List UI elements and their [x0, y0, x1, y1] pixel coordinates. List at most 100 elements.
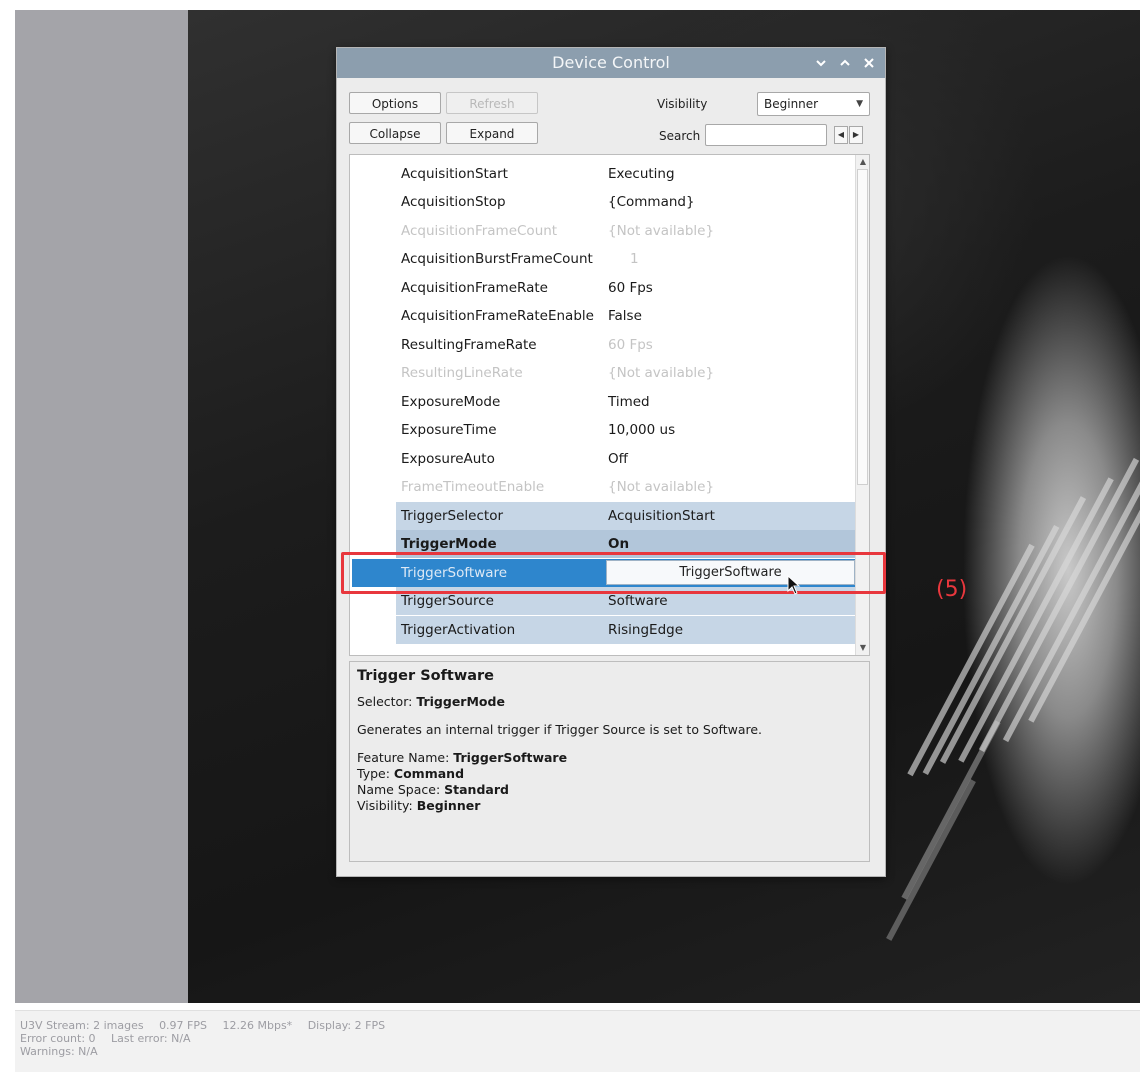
device-control-dialog: Device Control Options Refresh Collapse … — [336, 47, 886, 877]
fps-status: 0.97 FPS — [159, 1019, 207, 1032]
stream-status: U3V Stream: 2 images — [20, 1019, 144, 1032]
feature-value: 60 Fps — [608, 337, 653, 353]
feature-value: Executing — [608, 166, 675, 182]
description-visibility: Visibility: Beginner — [357, 798, 862, 814]
feature-row-selected[interactable]: TriggerSoftware TriggerSoftware — [352, 559, 855, 587]
feature-row[interactable]: ResultingFrameRate 60 Fps — [396, 331, 855, 359]
feature-row[interactable]: AcquisitionFrameCount {Not available} — [396, 217, 855, 245]
options-button[interactable]: Options — [349, 92, 441, 114]
last-error: Last error: N/A — [111, 1032, 191, 1045]
search-label: Search — [659, 129, 701, 143]
feature-row[interactable]: TriggerMode On — [396, 530, 855, 558]
feature-name: ResultingLineRate — [401, 365, 523, 381]
selector-value: TriggerMode — [416, 694, 505, 709]
feature-name: ExposureTime — [401, 422, 497, 438]
feature-name: AcquisitionFrameRateEnable — [401, 308, 594, 324]
feature-value: False — [608, 308, 642, 324]
search-prev-icon[interactable]: ◀ — [834, 126, 848, 144]
status-row-warnings: Warnings: N/A — [20, 1045, 1135, 1058]
search-next-icon[interactable]: ▶ — [849, 126, 863, 144]
feature-row[interactable]: ExposureMode Timed — [396, 388, 855, 416]
feature-row[interactable]: ExposureTime 10,000 us — [396, 416, 855, 444]
visibility-label: Visibility — [657, 97, 708, 111]
feature-name: AcquisitionFrameRate — [401, 280, 548, 296]
feature-value: Timed — [608, 394, 650, 410]
scroll-up-icon[interactable]: ▲ — [856, 155, 869, 169]
chevron-up-icon[interactable] — [839, 48, 851, 78]
feature-name: TriggerSoftware — [401, 565, 508, 581]
type-label: Type: — [357, 766, 390, 781]
description-namespace: Name Space: Standard — [357, 782, 862, 798]
feature-row[interactable]: ExposureAuto Off — [396, 445, 855, 473]
feature-row[interactable]: AcquisitionFrameRate 60 Fps — [396, 274, 855, 302]
display-status: Display: 2 FPS — [307, 1019, 386, 1032]
feature-name: ExposureAuto — [401, 451, 495, 467]
feature-name-value: TriggerSoftware — [453, 750, 568, 765]
feature-row[interactable]: FrameTimeoutEnable {Not available} — [396, 473, 855, 501]
description-title: Trigger Software — [357, 668, 495, 684]
feature-name: FrameTimeoutEnable — [401, 479, 545, 495]
description-feature-name: Feature Name: TriggerSoftware — [357, 750, 862, 766]
annotation-step-label: (5) — [936, 577, 968, 602]
chevron-down-icon[interactable] — [815, 48, 827, 78]
search-input[interactable] — [705, 124, 827, 146]
mouse-cursor-icon — [787, 574, 801, 599]
feature-name: AcquisitionStart — [401, 166, 508, 182]
feature-description-panel: Trigger Software Selector: TriggerMode G… — [349, 661, 870, 862]
status-row-stream: U3V Stream: 2 images 0.97 FPS 12.26 Mbps… — [20, 1019, 1135, 1032]
feature-value: RisingEdge — [608, 622, 684, 638]
namespace-value: Standard — [444, 782, 509, 797]
feature-value: {Not available} — [608, 479, 715, 495]
feature-name: ResultingFrameRate — [401, 337, 537, 353]
status-row-errors: Error count: 0 Last error: N/A — [20, 1032, 1135, 1045]
feature-row[interactable]: TriggerActivation RisingEdge — [396, 616, 855, 644]
description-selector: Selector: TriggerMode — [357, 694, 862, 710]
feature-name: TriggerSelector — [401, 508, 504, 524]
feature-value: 60 Fps — [608, 280, 653, 296]
vertical-scrollbar[interactable]: ▲ ▼ — [855, 155, 869, 655]
close-icon[interactable] — [863, 48, 875, 78]
left-panel — [15, 10, 188, 1003]
feature-name: TriggerSource — [401, 593, 494, 609]
trigger-software-button[interactable]: TriggerSoftware — [606, 560, 855, 585]
selector-label: Selector: — [357, 694, 413, 709]
dropdown-arrow-icon: ▼ — [856, 99, 863, 109]
dialog-title: Device Control — [552, 53, 670, 72]
dialog-titlebar[interactable]: Device Control — [337, 48, 885, 78]
description-type: Type: Command — [357, 766, 862, 782]
feature-row[interactable]: AcquisitionFrameRateEnable False — [396, 302, 855, 330]
feature-row[interactable]: ResultingLineRate {Not available} — [396, 359, 855, 387]
status-bar: U3V Stream: 2 images 0.97 FPS 12.26 Mbps… — [15, 1010, 1140, 1072]
feature-value: Software — [608, 593, 668, 609]
feature-value: On — [608, 536, 630, 552]
scrollbar-thumb[interactable] — [857, 169, 868, 485]
feature-name: AcquisitionFrameCount — [401, 223, 558, 239]
feature-row[interactable]: AcquisitionStop {Command} — [396, 188, 855, 216]
feature-row[interactable]: AcquisitionBurstFrameCount 1 — [396, 245, 855, 273]
expand-button[interactable]: Expand — [446, 122, 538, 144]
visibility-select[interactable]: Beginner ▼ — [757, 92, 870, 116]
feature-name: ExposureMode — [401, 394, 501, 410]
feature-value: {Not available} — [608, 365, 715, 381]
feature-name: AcquisitionBurstFrameCount — [401, 251, 593, 267]
feature-name-label: Feature Name: — [357, 750, 450, 765]
visibility-value: Beginner — [764, 97, 819, 111]
feature-value: {Not available} — [608, 223, 715, 239]
collapse-button[interactable]: Collapse — [349, 122, 441, 144]
refresh-button[interactable]: Refresh — [446, 92, 538, 114]
feature-value: {Command} — [608, 194, 695, 210]
feature-value: 1 — [630, 251, 639, 267]
feature-row[interactable]: AcquisitionStart Executing — [396, 160, 855, 188]
feature-value: Off — [608, 451, 628, 467]
namespace-label: Name Space: — [357, 782, 441, 797]
feature-row[interactable]: TriggerSelector AcquisitionStart — [396, 502, 855, 530]
scroll-down-icon[interactable]: ▼ — [856, 641, 869, 655]
feature-value: 10,000 us — [608, 422, 676, 438]
description-text: Generates an internal trigger if Trigger… — [357, 722, 763, 737]
feature-name: AcquisitionStop — [401, 194, 506, 210]
warnings-status: Warnings: N/A — [20, 1045, 98, 1058]
visibility-desc-label: Visibility: — [357, 798, 413, 813]
feature-value: AcquisitionStart — [608, 508, 715, 524]
error-count: Error count: 0 — [20, 1032, 96, 1045]
feature-name: TriggerMode — [401, 536, 497, 552]
